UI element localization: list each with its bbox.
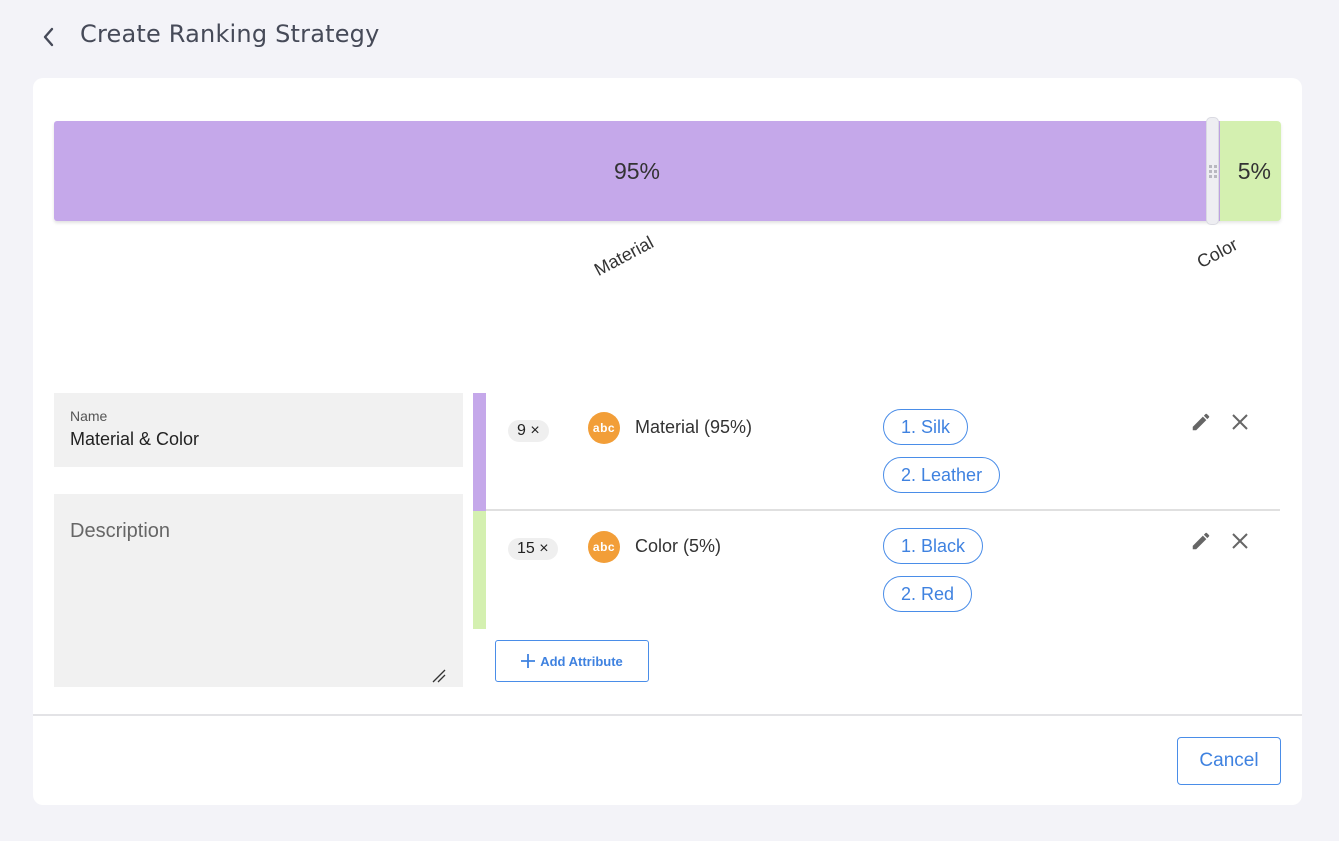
drag-grip-icon [1208,164,1217,178]
value-chip[interactable]: 2. Red [883,576,973,612]
weight-segment-color: 5% [1220,121,1281,221]
back-button[interactable] [36,24,60,50]
close-icon [1232,533,1248,549]
pencil-icon [1192,532,1210,550]
text-type-icon: abc [588,412,620,444]
attribute-color-stripe [473,511,486,629]
name-input[interactable]: Material & Color [70,429,447,450]
page-header: Create Ranking Strategy [0,0,1339,74]
weight-label-color: Color [1193,234,1241,272]
value-chip[interactable]: 1. Black [883,528,984,564]
add-attribute-button[interactable]: Add Attribute [495,640,649,682]
value-chip[interactable]: 1. Silk [883,409,969,445]
attribute-color-stripe [473,393,486,511]
page-title: Create Ranking Strategy [80,20,380,48]
pencil-icon [1192,413,1210,431]
count-chip: 15 × [508,538,558,560]
count-chip: 9 × [508,420,549,442]
weight-segment-percent: 5% [1237,157,1271,184]
resize-handle-icon[interactable] [432,669,446,683]
edit-attribute-button[interactable] [1187,527,1215,555]
cancel-button[interactable]: Cancel [1177,737,1281,785]
value-chip[interactable]: 2. Leather [883,457,1001,493]
remove-attribute-button[interactable] [1226,408,1254,436]
chevron-left-icon [43,27,54,47]
edit-attribute-button[interactable] [1187,408,1215,436]
attribute-name: Material (95%) [635,417,753,437]
remove-attribute-button[interactable] [1226,527,1254,555]
weight-drag-handle[interactable] [1206,117,1219,225]
weight-label-material: Material [590,232,657,280]
attribute-row: 15 × abc Color (5%) 1. Black 2. Red [473,511,1280,629]
weight-segment-percent: 95% [613,157,661,184]
description-field[interactable]: Description [54,494,463,687]
weight-segment-material: 95% [54,121,1220,221]
weight-bar: 95% 5% [54,117,1281,225]
add-attribute-label: Add Attribute [540,653,623,669]
attribute-row: 9 × abc Material (95%) 1. Silk 2. Leathe… [473,393,1280,511]
text-type-icon: abc [588,531,620,563]
description-placeholder: Description [70,520,171,542]
strategy-card: 95% 5% Material Color Name Material & Co… [33,78,1302,805]
close-icon [1232,414,1248,430]
name-label: Name [70,408,108,424]
plus-icon [521,654,536,668]
footer-divider [33,714,1302,716]
name-field[interactable]: Name Material & Color [54,393,463,467]
attribute-name: Color (5%) [635,536,722,556]
